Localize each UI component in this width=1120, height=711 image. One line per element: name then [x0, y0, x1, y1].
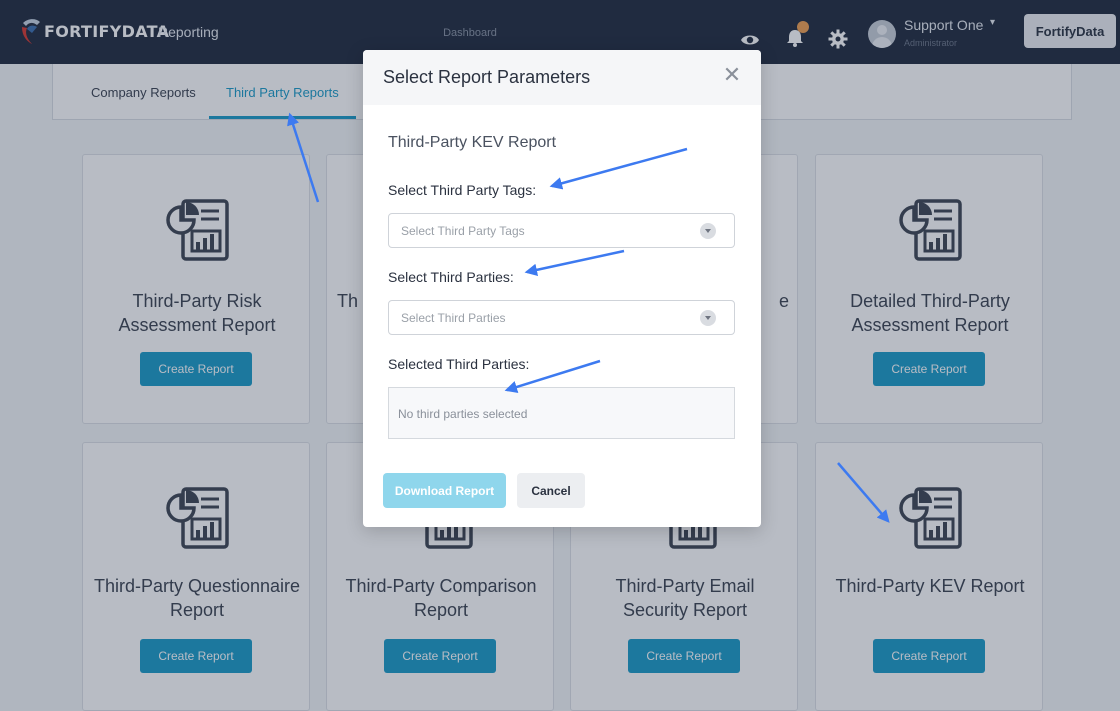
report-name: Third-Party KEV Report	[388, 134, 557, 151]
tags-placeholder: Select Third Party Tags	[401, 224, 525, 238]
chevron-down-icon[interactable]	[700, 310, 716, 326]
cancel-button[interactable]: Cancel	[517, 473, 585, 508]
download-report-button[interactable]: Download Report	[383, 473, 506, 508]
third-parties-label: Select Third Parties:	[388, 269, 514, 285]
report-parameters-modal: Select Report Parameters ✕ Third-Party K…	[363, 50, 761, 527]
empty-state-text: No third parties selected	[398, 407, 528, 421]
chevron-down-icon[interactable]	[700, 223, 716, 239]
tags-label: Select Third Party Tags:	[388, 182, 537, 198]
selected-third-parties-list: No third parties selected	[388, 387, 735, 439]
close-icon[interactable]: ✕	[721, 64, 743, 86]
third-parties-select[interactable]: Select Third Parties	[388, 300, 735, 335]
third-parties-placeholder: Select Third Parties	[401, 311, 506, 325]
modal-header: Select Report Parameters ✕	[363, 50, 761, 105]
selected-third-parties-label: Selected Third Parties:	[388, 356, 530, 372]
modal-title: Select Report Parameters	[383, 67, 591, 87]
third-party-tags-select[interactable]: Select Third Party Tags	[388, 213, 735, 248]
